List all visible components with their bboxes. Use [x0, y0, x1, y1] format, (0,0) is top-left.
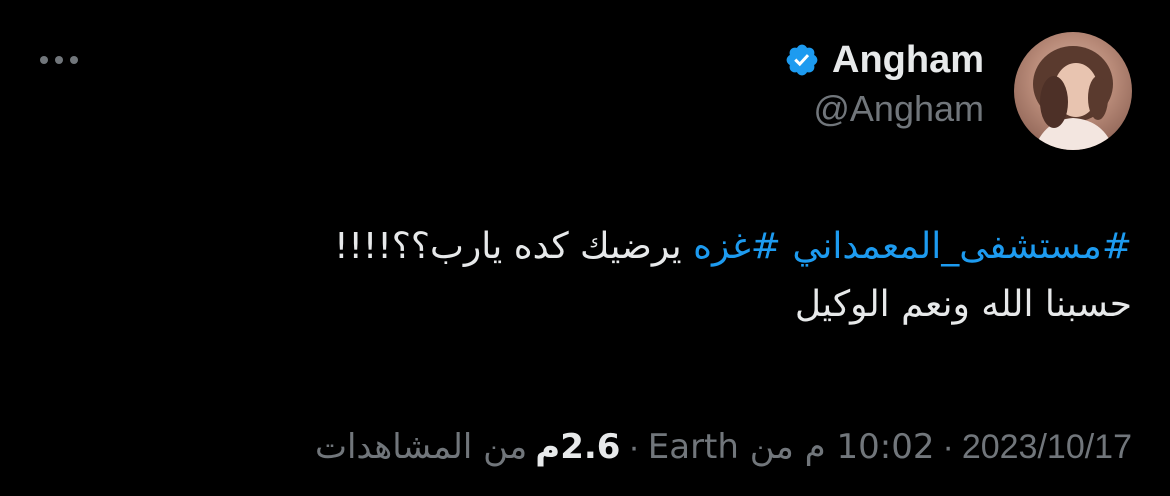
author-name-row[interactable]: Angham [784, 38, 984, 82]
tweet-line-2: حسبنا الله ونعم الوكيل [794, 284, 1132, 325]
views-label: من المشاهدات [314, 427, 528, 467]
hashtag-link[interactable]: #مستشفى_المعمداني [792, 226, 1132, 267]
tweet-line-1: #مستشفى_المعمداني #غزه يرضيك كده يارب؟؟!… [132, 218, 1132, 276]
author-handle[interactable]: @Angham [813, 88, 984, 130]
avatar[interactable] [1014, 32, 1132, 150]
verified-badge-icon [786, 44, 818, 76]
hashtag-link[interactable]: #غزه [693, 226, 781, 267]
more-options-dot [55, 56, 63, 64]
meta-separator: · [628, 427, 640, 466]
views-count[interactable]: 2.6م [535, 427, 620, 467]
timestamp-date[interactable]: 2023/10/17 [962, 428, 1132, 467]
tweet-text-segment: يرضيك كده يارب؟؟!!!! [334, 226, 682, 267]
tweet-text: #مستشفى_المعمداني #غزه يرضيك كده يارب؟؟!… [132, 218, 1132, 334]
tweet-meta: من المشاهدات 2.6م · 10:02 م من Earth · 2… [315, 422, 1132, 472]
more-options-dot [70, 56, 78, 64]
author-display-name: Angham [832, 38, 984, 81]
profile-photo [1033, 46, 1114, 150]
more-options-button[interactable] [40, 50, 90, 70]
more-options-icon [40, 56, 48, 64]
meta-separator: · [942, 427, 954, 466]
timestamp-time[interactable]: 10:02 م من Earth [648, 427, 935, 467]
